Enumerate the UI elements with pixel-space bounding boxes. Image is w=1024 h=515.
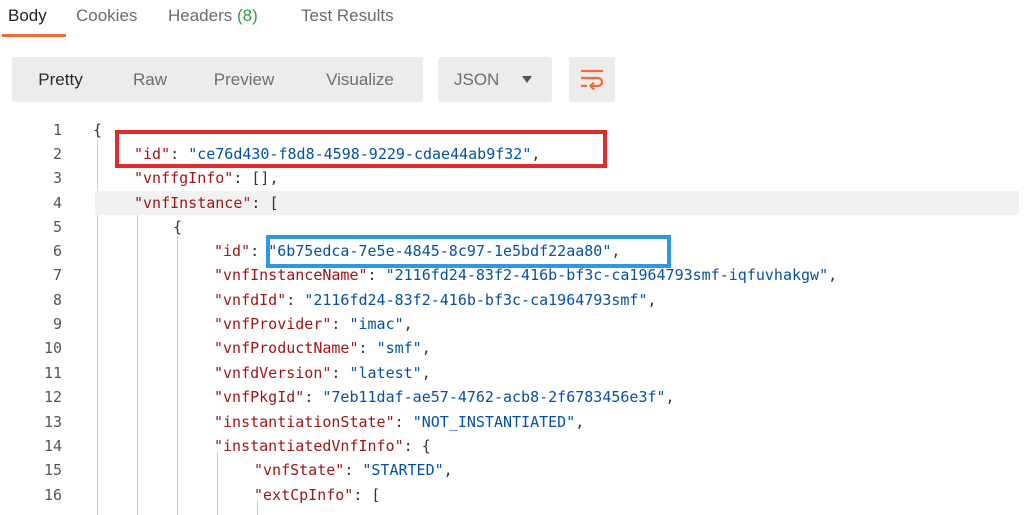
json-value: "2116fd24-83f2-416b-bf3c-ca1964793smf" bbox=[304, 291, 648, 309]
json-value: "7eb11daf-ae57-4762-acb8-2f6783456e3f" bbox=[322, 388, 666, 406]
line-number: 11 bbox=[43, 364, 62, 382]
code-line: 11 "vnfdVersion": "latest", bbox=[0, 361, 1024, 385]
code-punct: : [ bbox=[353, 486, 381, 504]
code-punct: , bbox=[665, 388, 675, 406]
code-punct: , bbox=[421, 364, 431, 382]
line-number: 10 bbox=[43, 339, 62, 357]
code-punct: , bbox=[403, 315, 413, 333]
line-number: 9 bbox=[52, 315, 62, 333]
view-raw-button[interactable]: Raw bbox=[109, 57, 191, 102]
code-punct: { bbox=[173, 218, 183, 236]
code-punct: , bbox=[443, 461, 453, 479]
tab-body-label: Body bbox=[8, 6, 47, 25]
json-key: "vnfdId" bbox=[214, 291, 287, 309]
json-value: "smf" bbox=[376, 339, 422, 357]
highlight-box-red bbox=[115, 130, 607, 168]
view-visualize-button[interactable]: Visualize bbox=[297, 57, 423, 102]
json-key: "instantiationState" bbox=[214, 413, 395, 431]
line-number: 16 bbox=[43, 486, 62, 504]
code-punct: { bbox=[93, 121, 103, 139]
headers-count-badge: (8) bbox=[237, 6, 258, 25]
tab-headers-label: Headers bbox=[168, 6, 233, 25]
json-key: "vnffgInfo" bbox=[134, 169, 234, 187]
code-line: 14 "instantiatedVnfInfo": { bbox=[0, 434, 1024, 458]
line-number: 4 bbox=[52, 194, 62, 212]
code-line: 12 "vnfPkgId": "7eb11daf-ae57-4762-acb8-… bbox=[0, 385, 1024, 409]
view-mode-segmented-control: Pretty Raw Preview Visualize bbox=[12, 57, 423, 102]
response-body-viewer[interactable]: 1 { 2 "id": "ce76d430-f8d8-4598-9229-cda… bbox=[0, 116, 1024, 515]
line-number: 5 bbox=[52, 218, 62, 236]
json-key: "vnfState" bbox=[254, 461, 345, 479]
code-punct: , bbox=[828, 266, 838, 284]
view-preview-button[interactable]: Preview bbox=[191, 57, 297, 102]
code-line: 9 "vnfProvider": "imac", bbox=[0, 312, 1024, 336]
code-punct: , bbox=[647, 291, 657, 309]
json-key: "vnfPkgId" bbox=[214, 388, 305, 406]
json-key: "extCpInfo" bbox=[254, 486, 354, 504]
json-value: "NOT_INSTANTIATED" bbox=[412, 413, 576, 431]
line-number: 1 bbox=[52, 121, 62, 139]
json-key: "id" bbox=[214, 242, 251, 260]
json-key: "vnfdVersion" bbox=[214, 364, 332, 382]
code-line: 4 "vnfInstance": [ bbox=[0, 191, 1024, 215]
line-number: 8 bbox=[52, 291, 62, 309]
code-punct: : [], bbox=[233, 169, 279, 187]
line-number: 15 bbox=[43, 461, 62, 479]
active-tab-indicator bbox=[2, 34, 66, 37]
line-number: 12 bbox=[43, 388, 62, 406]
json-key: "vnfInstance" bbox=[134, 194, 252, 212]
code-punct: , bbox=[575, 413, 585, 431]
code-punct: : { bbox=[403, 437, 431, 455]
format-select[interactable]: JSON bbox=[438, 57, 552, 102]
code-line: 13 "instantiationState": "NOT_INSTANTIAT… bbox=[0, 410, 1024, 434]
json-key: "vnfInstanceName" bbox=[214, 266, 368, 284]
format-select-value: JSON bbox=[454, 69, 500, 89]
json-value: "2116fd24-83f2-416b-bf3c-ca1964793smf-iq… bbox=[385, 266, 829, 284]
tab-body[interactable]: Body bbox=[8, 6, 47, 26]
code-punct: , bbox=[421, 339, 431, 357]
json-key: "vnfProductName" bbox=[214, 339, 359, 357]
tab-cookies[interactable]: Cookies bbox=[76, 6, 137, 26]
json-value: "STARTED" bbox=[362, 461, 444, 479]
tab-headers[interactable]: Headers (8) bbox=[168, 6, 258, 26]
json-key: "instantiatedVnfInfo" bbox=[214, 437, 404, 455]
json-value: "latest" bbox=[349, 364, 422, 382]
view-pretty-button[interactable]: Pretty bbox=[12, 57, 109, 102]
line-number: 2 bbox=[52, 145, 62, 163]
line-number: 3 bbox=[52, 169, 62, 187]
line-number: 13 bbox=[43, 413, 62, 431]
code-line: 15 "vnfState": "STARTED", bbox=[0, 458, 1024, 482]
highlight-box-blue bbox=[266, 235, 671, 268]
wrap-lines-icon bbox=[581, 69, 604, 90]
code-punct: : [ bbox=[251, 194, 279, 212]
json-key: "vnfProvider" bbox=[214, 315, 332, 333]
wrap-lines-button[interactable] bbox=[569, 57, 615, 102]
json-value: "imac" bbox=[349, 315, 404, 333]
chevron-down-icon bbox=[522, 76, 532, 83]
code-line: 8 "vnfdId": "2116fd24-83f2-416b-bf3c-ca1… bbox=[0, 288, 1024, 312]
code-line: 10 "vnfProductName": "smf", bbox=[0, 336, 1024, 360]
code-line: 3 "vnffgInfo": [], bbox=[0, 166, 1024, 190]
line-number: 14 bbox=[43, 437, 62, 455]
tab-test-results[interactable]: Test Results bbox=[301, 6, 394, 26]
tab-cookies-label: Cookies bbox=[76, 6, 138, 25]
response-tabs: Body Cookies Headers (8) Test Results bbox=[0, 0, 1024, 40]
code-line: 16 "extCpInfo": [ bbox=[0, 483, 1024, 507]
line-number: 7 bbox=[52, 266, 62, 284]
line-number: 6 bbox=[52, 242, 62, 260]
tab-test-results-label: Test Results bbox=[301, 6, 394, 25]
